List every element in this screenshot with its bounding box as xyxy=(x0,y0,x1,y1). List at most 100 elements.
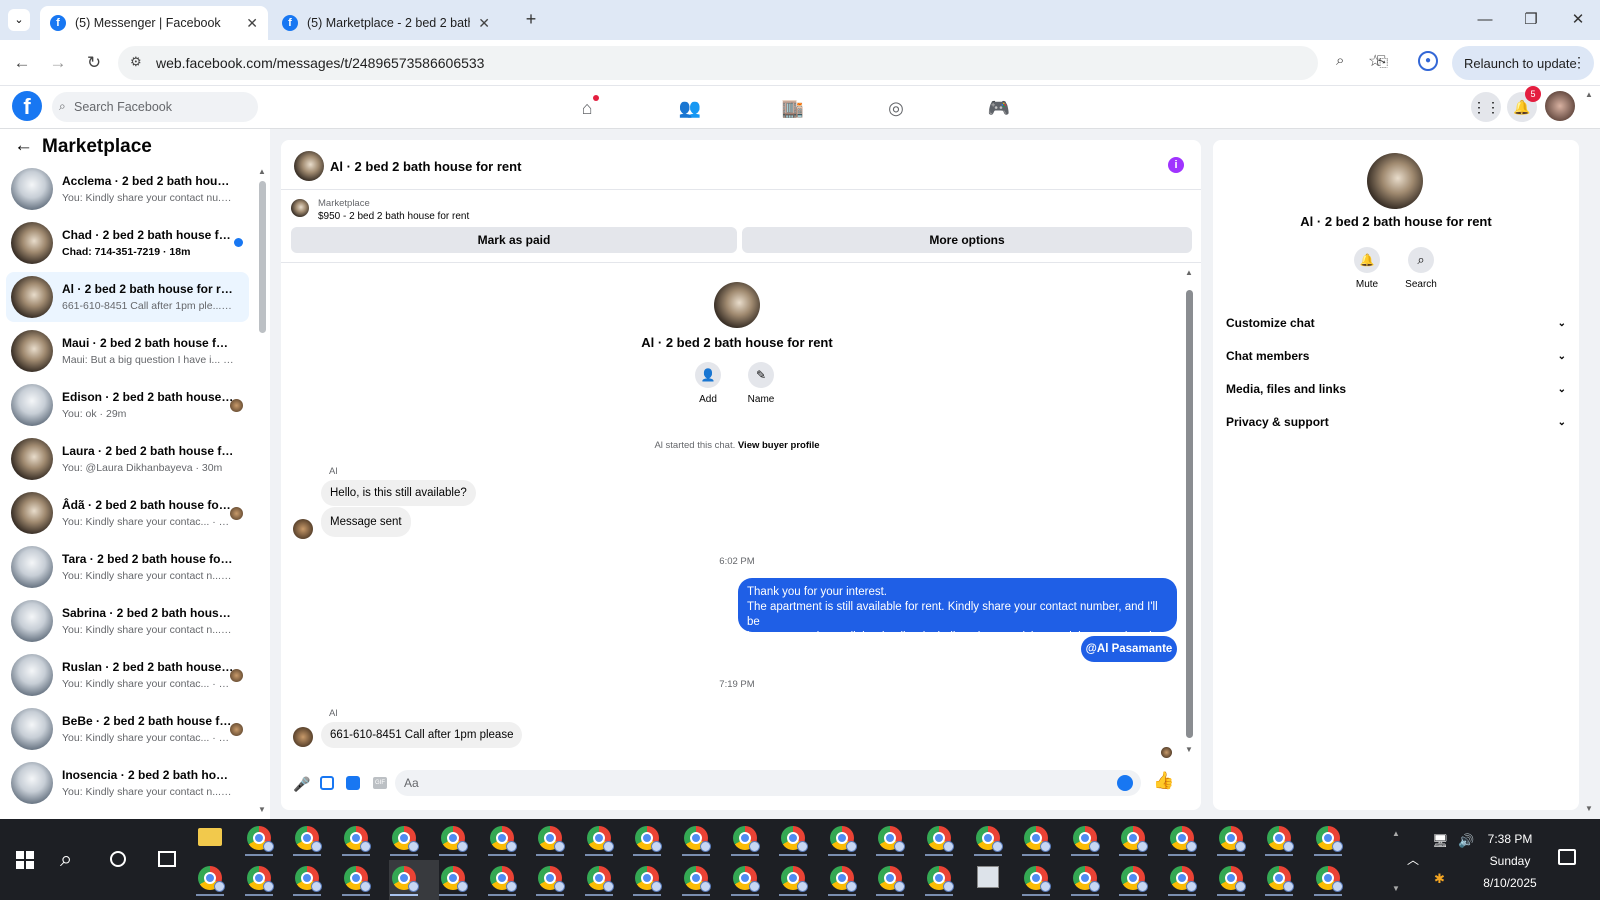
conversation-item-selected[interactable]: Al · 2 bed 2 bath house for rent 661-610-… xyxy=(6,272,249,322)
add-people-icon[interactable]: 👤 xyxy=(695,362,721,388)
chrome-window-icon[interactable] xyxy=(198,866,225,892)
search-icon[interactable]: ⌕ xyxy=(60,846,72,872)
search-icon[interactable]: ⌕ xyxy=(1408,247,1434,273)
action-center-icon[interactable] xyxy=(1558,849,1576,865)
chat-members-section[interactable]: Chat members ⌄ xyxy=(1226,341,1566,371)
chrome-window-icon[interactable] xyxy=(975,826,1003,852)
conversation-item[interactable]: Sabrina · 2 bed 2 bath house fo... You: K… xyxy=(6,596,249,646)
incoming-message[interactable]: Hello, is this still available? xyxy=(321,480,476,506)
chrome-window-icon[interactable] xyxy=(1267,826,1295,852)
tab-search-button[interactable]: ⌄ xyxy=(8,9,30,31)
back-arrow-icon[interactable]: ← xyxy=(10,51,34,75)
chrome-window-icon[interactable] xyxy=(732,866,760,892)
close-tab-icon[interactable]: ✕ xyxy=(478,15,490,32)
chrome-window-icon[interactable] xyxy=(1072,826,1100,852)
groups-icon[interactable]: ◎ xyxy=(882,94,910,122)
conversation-item[interactable]: Chad · 2 bed 2 bath house for... Chad: 71… xyxy=(6,218,249,268)
mute-bell-icon[interactable]: 🔔 xyxy=(1354,247,1380,273)
attach-photo-icon[interactable] xyxy=(320,776,334,790)
chrome-window-icon[interactable] xyxy=(1072,866,1100,892)
chrome-window-icon[interactable] xyxy=(927,866,954,892)
chrome-window-icon[interactable] xyxy=(441,826,468,852)
page-scroll-down-icon[interactable]: ▼ xyxy=(1585,804,1593,813)
chat-title[interactable]: Al · 2 bed 2 bath house for rent xyxy=(330,159,521,174)
friends-icon[interactable]: 👥 xyxy=(676,94,704,122)
chrome-window-icon[interactable] xyxy=(829,826,857,852)
chrome-window-icon[interactable] xyxy=(1170,866,1197,892)
home-icon[interactable]: ⌂ xyxy=(573,94,601,122)
chrome-window-icon[interactable] xyxy=(1024,826,1052,852)
relaunch-to-update-button[interactable]: Relaunch to update ⋮ xyxy=(1452,46,1594,80)
chrome-window-icon[interactable] xyxy=(489,866,517,892)
chrome-window-icon[interactable] xyxy=(586,826,614,852)
clock-date[interactable]: 8/10/2025 xyxy=(1460,876,1560,890)
listing-price[interactable]: $950 - 2 bed 2 bath house for rent xyxy=(318,211,469,222)
new-tab-button[interactable]: + xyxy=(520,8,542,30)
chrome-window-icon[interactable] xyxy=(343,866,371,892)
back-arrow-icon[interactable]: ← xyxy=(14,135,33,157)
gif-icon[interactable]: GIF xyxy=(373,777,387,789)
chrome-window-icon[interactable] xyxy=(392,866,420,892)
notifications-bell-icon[interactable]: 🔔 5 xyxy=(1507,86,1541,122)
taskbar-scroll-down-icon[interactable]: ▼ xyxy=(1392,884,1400,893)
chrome-window-icon[interactable] xyxy=(684,826,711,852)
facebook-search-input[interactable]: ⌕ Search Facebook xyxy=(52,92,258,122)
tab-marketplace[interactable]: f (5) Marketplace - 2 bed 2 bath h ✕ xyxy=(272,6,500,40)
like-thumb-icon[interactable]: 👍 xyxy=(1153,771,1174,791)
chat-scrollbar-thumb[interactable] xyxy=(1186,290,1193,738)
chrome-window-icon[interactable] xyxy=(1121,826,1149,852)
show-hidden-icons-icon[interactable]: ︿ xyxy=(1407,851,1419,868)
clock-time[interactable]: 7:38 PM xyxy=(1460,832,1560,846)
mark-as-paid-button[interactable]: Mark as paid xyxy=(291,227,737,253)
restore-window-icon[interactable]: ❐ xyxy=(1516,8,1546,32)
mention-message[interactable]: @Al Pasamante xyxy=(1081,636,1177,662)
customize-chat-section[interactable]: Customize chat ⌄ xyxy=(1226,308,1566,338)
scroll-up-icon[interactable]: ▲ xyxy=(1185,268,1193,277)
marketplace-icon[interactable]: 🏬 xyxy=(779,94,807,122)
conversation-item[interactable]: Inosencia · 2 bed 2 bath house ... You: K… xyxy=(6,758,249,808)
close-tab-icon[interactable]: ✕ xyxy=(246,15,258,32)
conversation-item[interactable]: Acclema · 2 bed 2 bath house f... You: Ki… xyxy=(6,164,249,214)
task-view-icon[interactable] xyxy=(158,851,176,867)
info-avatar[interactable] xyxy=(1367,153,1423,209)
chrome-window-icon[interactable] xyxy=(538,866,566,892)
chrome-window-icon[interactable] xyxy=(441,866,468,892)
voice-clip-icon[interactable]: 🎤 xyxy=(293,776,310,793)
chrome-window-icon[interactable] xyxy=(392,826,420,852)
bookmark-star-icon[interactable]: ☆ xyxy=(1368,51,1382,71)
chrome-window-icon[interactable] xyxy=(1315,866,1343,892)
more-menu-icon[interactable]: ⋮ xyxy=(1572,54,1586,71)
chrome-window-icon[interactable] xyxy=(732,826,760,852)
gaming-icon[interactable]: 🎮 xyxy=(985,94,1013,122)
chrome-window-icon[interactable] xyxy=(1170,826,1197,852)
scroll-up-icon[interactable]: ▲ xyxy=(258,167,266,177)
page-scroll-up-icon[interactable]: ▲ xyxy=(1585,90,1593,99)
info-icon[interactable]: i xyxy=(1168,157,1184,173)
windows-start-icon[interactable] xyxy=(16,851,34,869)
facebook-logo-icon[interactable]: f xyxy=(12,91,42,121)
chrome-window-icon[interactable] xyxy=(684,866,711,892)
chrome-window-icon[interactable] xyxy=(586,866,614,892)
account-avatar[interactable] xyxy=(1545,91,1575,121)
chat-header-avatar[interactable] xyxy=(294,151,324,181)
conversation-item[interactable]: Edison · 2 bed 2 bath house f... You: ok … xyxy=(6,380,249,430)
minimize-window-icon[interactable]: — xyxy=(1470,8,1500,32)
chrome-window-icon[interactable] xyxy=(1121,866,1149,892)
chrome-window-icon[interactable] xyxy=(829,866,857,892)
chrome-window-icon[interactable] xyxy=(878,866,906,892)
network-icon[interactable]: 🖥 xyxy=(1432,833,1449,849)
chrome-window-icon[interactable] xyxy=(927,826,954,852)
view-buyer-profile-link[interactable]: View buyer profile xyxy=(738,440,820,451)
conversation-item[interactable]: Laura · 2 bed 2 bath house for r... You: … xyxy=(6,434,249,484)
chrome-window-icon[interactable] xyxy=(1024,866,1052,892)
conversation-item[interactable]: Tara · 2 bed 2 bath house for rent You: K… xyxy=(6,542,249,592)
cortana-icon[interactable] xyxy=(110,851,126,867)
conversation-item[interactable]: Âdã · 2 bed 2 bath house for ... You: Kin… xyxy=(6,488,249,538)
chrome-window-icon[interactable] xyxy=(878,826,906,852)
privacy-support-section[interactable]: Privacy & support ⌄ xyxy=(1226,407,1566,437)
more-options-button[interactable]: More options xyxy=(742,227,1192,253)
chrome-window-icon[interactable] xyxy=(1218,866,1246,892)
chrome-window-icon[interactable] xyxy=(781,866,809,892)
profile-icon[interactable]: ● xyxy=(1418,51,1438,71)
incoming-message[interactable]: 661-610-8451 Call after 1pm please xyxy=(321,722,523,748)
